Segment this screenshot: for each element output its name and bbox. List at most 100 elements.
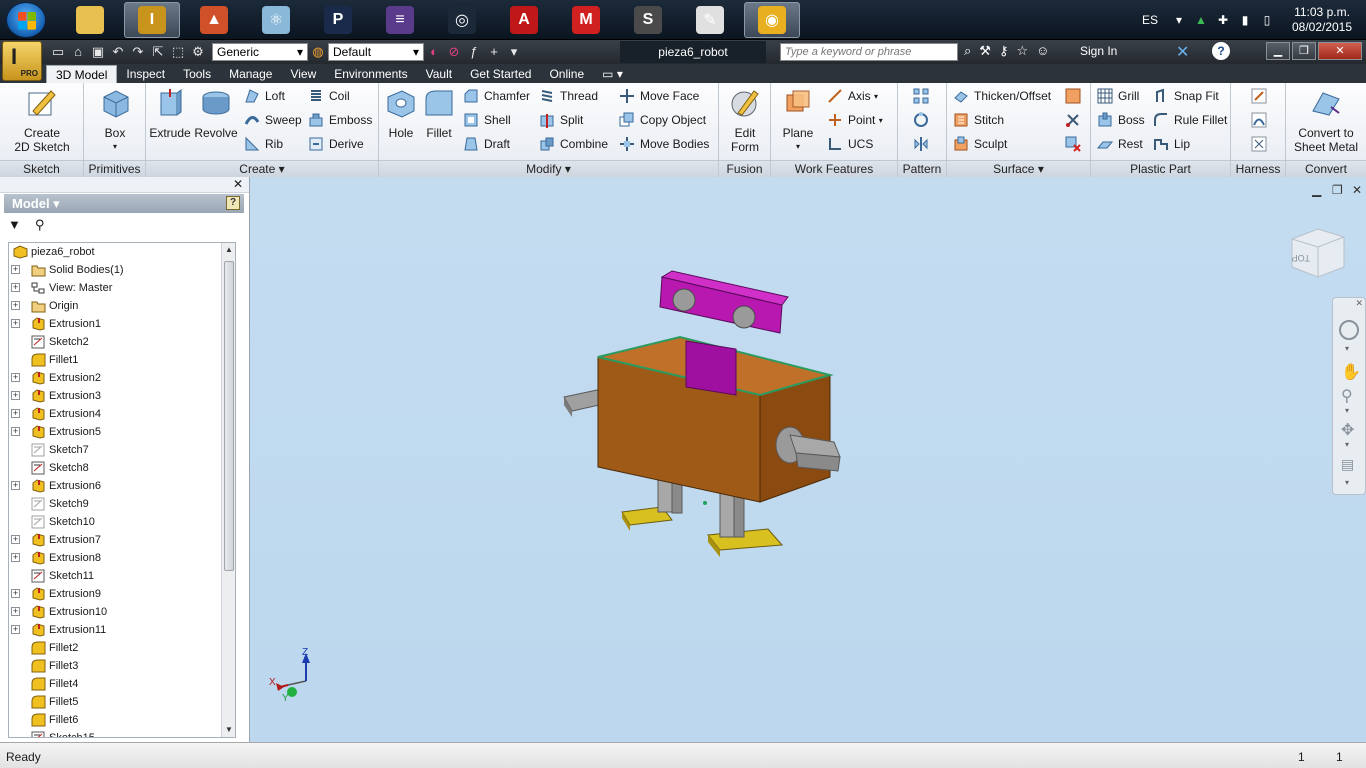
tab-environments[interactable]: Environments	[325, 65, 416, 83]
tab-view[interactable]: View	[281, 65, 325, 83]
right-foot[interactable]	[707, 528, 784, 551]
help-search-input[interactable]: Type a keyword or phrase	[780, 43, 958, 61]
expand-icon[interactable]: +	[11, 625, 20, 634]
redo-icon[interactable]: ↷	[128, 43, 148, 61]
snap-fit-button[interactable]: Snap Fit	[1153, 86, 1219, 106]
tree-item-fillet4[interactable]: Fillet4	[9, 675, 235, 693]
grill-button[interactable]: Grill	[1097, 86, 1139, 106]
save-icon[interactable]: ▣	[88, 43, 108, 61]
tab-tools[interactable]: Tools	[174, 65, 220, 83]
tree-item-extrusion3[interactable]: + Extrusion3	[9, 387, 235, 405]
expand-icon[interactable]: +	[11, 535, 20, 544]
ribbon-options-icon[interactable]: ▭ ▾	[593, 65, 632, 83]
key-icon[interactable]: ⚷	[999, 43, 1009, 59]
sync-icon[interactable]: ✚	[1216, 13, 1230, 27]
minimize-button[interactable]: ▁	[1266, 42, 1290, 60]
drive-icon[interactable]: ▲	[1194, 13, 1208, 27]
circular-pattern-button[interactable]	[913, 110, 934, 130]
taskbar-app-atom[interactable]: ⚛	[248, 2, 304, 38]
expand-icon[interactable]: +	[11, 319, 20, 328]
scroll-thumb[interactable]	[224, 261, 234, 571]
open-folder-icon[interactable]: ⌂	[68, 43, 88, 61]
tree-item-fillet1[interactable]: Fillet1	[9, 351, 235, 369]
tree-item-extrusion7[interactable]: + Extrusion7	[9, 531, 235, 549]
edit-form-button[interactable]: Edit Form	[725, 87, 765, 154]
tab-get-started[interactable]: Get Started	[461, 65, 540, 83]
tree-item-extrusion8[interactable]: + Extrusion8	[9, 549, 235, 567]
fillet-button[interactable]: Fillet	[421, 87, 457, 140]
tree-item-sketch10[interactable]: Sketch10	[9, 513, 235, 531]
chevron-down-icon[interactable]: ▾	[1345, 478, 1349, 487]
tab-vault[interactable]: Vault	[417, 65, 461, 83]
tree-item-solid-bodies-1-[interactable]: + Solid Bodies(1)	[9, 261, 235, 279]
rule-fillet-button[interactable]: Rule Fillet	[1153, 110, 1227, 130]
harness-tool-2-button[interactable]	[1251, 110, 1272, 130]
viewport-close-icon[interactable]: ✕	[1352, 183, 1362, 197]
revolve-button[interactable]: Revolve	[194, 87, 238, 140]
taskbar-app-matlab[interactable]: ▲	[186, 2, 242, 38]
plane-button[interactable]: Plane ▾	[777, 87, 819, 154]
expand-icon[interactable]: +	[11, 589, 20, 598]
tree-item-fillet3[interactable]: Fillet3	[9, 657, 235, 675]
orbit-icon[interactable]: ✥	[1341, 420, 1354, 440]
scroll-up-icon[interactable]: ▲	[222, 243, 235, 257]
boss-button[interactable]: Boss	[1097, 110, 1145, 130]
chevron-down-icon[interactable]: ▾	[1345, 344, 1349, 353]
return-icon[interactable]: ⇱	[148, 43, 168, 61]
wrench-icon[interactable]: ⚒	[979, 43, 991, 59]
chevron-down-icon[interactable]: ▾	[1172, 13, 1186, 27]
taskbar-app-sublime-text[interactable]: S	[620, 2, 676, 38]
tree-item-extrusion6[interactable]: + Extrusion6	[9, 477, 235, 495]
move-face-button[interactable]: Move Face	[619, 86, 699, 106]
viewport-minimize-icon[interactable]: ▁	[1312, 183, 1321, 197]
harness-tool-1-button[interactable]	[1251, 86, 1272, 106]
scroll-down-icon[interactable]: ▼	[222, 723, 235, 737]
chamfer-button[interactable]: Chamfer	[463, 86, 530, 106]
patch-button[interactable]	[1065, 86, 1086, 106]
help-icon[interactable]: ?	[1212, 42, 1230, 60]
tree-item-extrusion9[interactable]: + Extrusion9	[9, 585, 235, 603]
lip-button[interactable]: Lip	[1153, 134, 1190, 154]
loft-button[interactable]: Loft	[244, 86, 285, 106]
mirror-button[interactable]	[913, 134, 934, 154]
delete-face-button[interactable]	[1065, 134, 1086, 154]
expand-icon[interactable]: +	[11, 283, 20, 292]
tree-item-sketch7[interactable]: Sketch7	[9, 441, 235, 459]
taskbar-app-pixelmator[interactable]: P	[310, 2, 366, 38]
update-icon[interactable]: ⚙	[188, 43, 208, 61]
select-icon[interactable]: ⬚	[168, 43, 188, 61]
combine-button[interactable]: Combine	[539, 134, 608, 154]
ucs-button[interactable]: UCS	[827, 134, 873, 154]
binoculars-icon[interactable]: ⌕	[964, 43, 971, 59]
restore-button[interactable]: ❐	[1292, 42, 1316, 60]
create-2d-sketch-button[interactable]: Create 2D Sketch	[8, 87, 76, 154]
panel-title-surface[interactable]: Surface ▾	[947, 160, 1090, 177]
thread-button[interactable]: Thread	[539, 86, 598, 106]
zoom-icon[interactable]: ⚲	[1341, 386, 1353, 406]
look-at-icon[interactable]: ▤	[1341, 456, 1354, 473]
color-wheel-icon[interactable]: ◍	[308, 43, 328, 61]
customize-icon[interactable]: ▾	[504, 43, 524, 61]
axis-button[interactable]: Axis ▾	[827, 86, 878, 106]
tree-item-origin[interactable]: + Origin	[9, 297, 235, 315]
expand-icon[interactable]: +	[11, 409, 20, 418]
extrude-button[interactable]: Extrude	[148, 87, 192, 140]
tab-online[interactable]: Online	[540, 65, 593, 83]
move-bodies-button[interactable]: Move Bodies	[619, 134, 709, 154]
graphics-viewport[interactable]: ▁ ❐ ✕ TOP ✕ ▾ ✋ ⚲ ▾ ✥ ▾ ▤ ▾ X Y Z	[250, 177, 1366, 742]
tree-item-sketch9[interactable]: Sketch9	[9, 495, 235, 513]
taskbar-app-file-explorer[interactable]	[62, 2, 118, 38]
tree-item-sketch8[interactable]: Sketch8	[9, 459, 235, 477]
tree-item-fillet5[interactable]: Fillet5	[9, 693, 235, 711]
expand-icon[interactable]: +	[11, 301, 20, 310]
taskbar-app-pencil-tool[interactable]: ✎	[682, 2, 738, 38]
taskbar-app-inventor[interactable]: I	[124, 2, 180, 38]
tree-item-extrusion4[interactable]: + Extrusion4	[9, 405, 235, 423]
shell-button[interactable]: Shell	[463, 110, 511, 130]
start-button[interactable]	[6, 2, 46, 38]
right-eye[interactable]	[732, 305, 756, 329]
expand-icon[interactable]: +	[11, 373, 20, 382]
signal-icon[interactable]: ▮	[1238, 13, 1252, 27]
close-icon[interactable]: ✕	[1355, 298, 1363, 309]
filter-icon[interactable]: ▼	[8, 217, 21, 233]
